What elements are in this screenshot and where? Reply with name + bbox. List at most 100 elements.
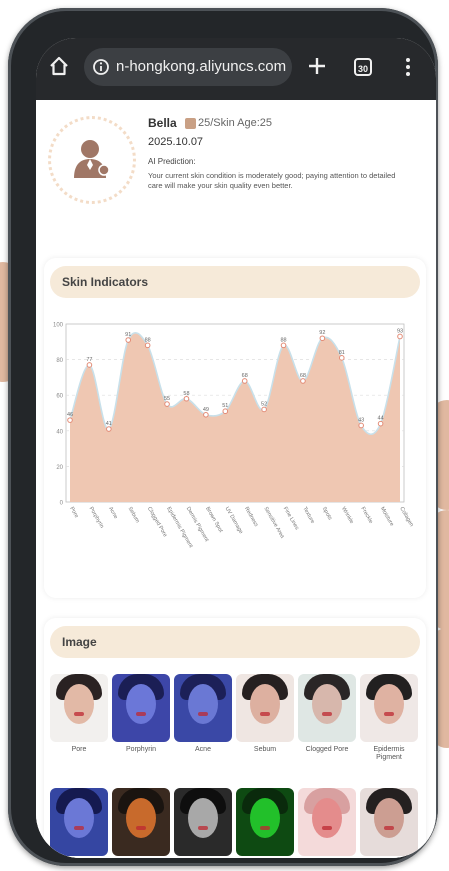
data-label: 52: [261, 401, 267, 407]
data-label: 68: [300, 373, 306, 379]
lips-shape: [260, 712, 270, 716]
phone-frame: n-hongkong.aliyuncs.com 30 Bella 25/Skin…: [8, 8, 438, 866]
image-title: Image: [62, 635, 97, 649]
face-shape: [312, 684, 342, 724]
face-shape: [126, 798, 156, 838]
data-point: [397, 333, 403, 340]
data-label: 68: [242, 373, 248, 379]
skin-indicators-header: Skin Indicators: [50, 266, 420, 298]
data-label: 93: [397, 328, 403, 334]
y-tick-label: 20: [56, 465, 63, 471]
face-shape: [250, 798, 280, 838]
x-tick-label: Texture: [301, 506, 315, 525]
skin-indicators-chart: 100 80 60 40 20 0 46 77 41 91 88 55 58 49 51 68 52 88 68 92…: [53, 323, 414, 550]
data-point: [144, 342, 151, 349]
ai-prediction-label: AI Prediction:: [148, 157, 196, 166]
face-shape: [250, 684, 280, 724]
thumbnail-label: Pore: [71, 746, 87, 753]
ai-prediction-text: Your current skin condition is moderatel…: [148, 171, 396, 190]
menu-icon[interactable]: [404, 57, 412, 77]
data-point: [241, 378, 248, 384]
skin-image-thumbnail[interactable]: [236, 788, 294, 856]
face-shape: [64, 798, 94, 838]
skin-image-thumbnail[interactable]: [174, 788, 232, 856]
data-point: [67, 417, 73, 423]
face-shape: [188, 684, 218, 724]
thumbnail-label: Sebum: [253, 746, 277, 753]
new-tab-icon[interactable]: [306, 55, 328, 77]
address-bar[interactable]: n-hongkong.aliyuncs.com: [84, 48, 292, 86]
data-label: 81: [339, 350, 345, 356]
lips-shape: [198, 712, 208, 716]
data-point: [125, 337, 132, 343]
skin-image-thumbnail[interactable]: [174, 674, 232, 742]
x-tick-label: Sensitive Area: [262, 506, 285, 540]
data-label: 88: [280, 337, 286, 343]
face-shape: [64, 684, 94, 724]
y-tick-label: 40: [56, 429, 63, 435]
user-icon: [74, 140, 110, 178]
lips-shape: [322, 826, 332, 830]
profile-date: 2025.10.07: [148, 136, 204, 148]
face-shape: [374, 684, 404, 724]
data-point: [300, 378, 306, 384]
thumbnail-label: Clogged Pore: [305, 746, 349, 753]
skin-image-thumbnail[interactable]: [236, 674, 294, 742]
data-label: 41: [106, 421, 112, 427]
x-tick-label: Brown Spot: [204, 506, 224, 534]
data-label: 91: [125, 332, 131, 338]
face-shape: [312, 798, 342, 838]
data-label: 51: [222, 403, 228, 409]
data-label: 88: [145, 337, 151, 343]
x-tick-label: Freckle: [359, 506, 373, 525]
phone-screen: n-hongkong.aliyuncs.com 30 Bella 25/Skin…: [36, 38, 436, 858]
skin-image-thumbnail[interactable]: [50, 674, 108, 742]
skin-image-thumbnail[interactable]: [50, 788, 108, 856]
data-point: [183, 395, 190, 402]
face-shape: [374, 798, 404, 838]
data-point: [164, 401, 170, 407]
x-tick-label: Clogged Pore: [146, 506, 168, 538]
url-text: n-hongkong.aliyuncs.com: [116, 58, 287, 75]
skin-image-thumbnail[interactable]: [112, 788, 170, 856]
site-info-icon[interactable]: [92, 58, 110, 76]
x-tick-label: Spots: [321, 506, 333, 521]
skin-indicators-title: Skin Indicators: [62, 275, 149, 289]
page-content: Bella 25/Skin Age:25 2025.10.07 AI Predi…: [36, 100, 436, 858]
lips-shape: [384, 826, 394, 830]
data-label: 49: [203, 407, 209, 413]
face-shape: [188, 798, 218, 838]
data-label: 55: [164, 396, 170, 402]
lips-shape: [136, 826, 146, 830]
image-card: Image Pore Porphyrin Acne Sebum Clogged Pore…: [44, 618, 426, 858]
lips-shape: [74, 712, 84, 716]
x-tick-label: Collagen: [398, 506, 414, 528]
data-point: [203, 411, 209, 418]
skin-image-thumbnail[interactable]: [360, 788, 418, 856]
profile-age: 25/Skin Age:25: [198, 117, 273, 129]
lips-shape: [198, 826, 208, 830]
data-label: 92: [319, 330, 325, 336]
data-label: 43: [358, 417, 364, 423]
data-point: [280, 342, 287, 349]
y-tick-label: 0: [60, 501, 64, 507]
skin-image-thumbnail[interactable]: [112, 674, 170, 742]
tab-switcher-button[interactable]: 30: [354, 58, 372, 76]
x-tick-label: Moisture: [379, 506, 395, 527]
y-tick-label: 60: [56, 394, 63, 400]
data-point: [86, 362, 93, 368]
y-tick-label: 80: [56, 358, 63, 364]
skin-image-thumbnail[interactable]: [360, 674, 418, 742]
data-label: 58: [183, 391, 189, 397]
data-label: 77: [86, 357, 92, 363]
thumbnail-label: Epidermis Pigment: [373, 746, 405, 761]
data-point: [377, 420, 384, 427]
skin-image-thumbnail[interactable]: [298, 788, 356, 856]
y-tick-label: 100: [53, 323, 64, 329]
data-point: [319, 335, 326, 342]
image-header: Image: [50, 626, 420, 658]
skin-image-thumbnail[interactable]: [298, 674, 356, 742]
lips-shape: [384, 712, 394, 716]
home-icon[interactable]: [48, 55, 70, 77]
avatar[interactable]: [48, 116, 136, 204]
